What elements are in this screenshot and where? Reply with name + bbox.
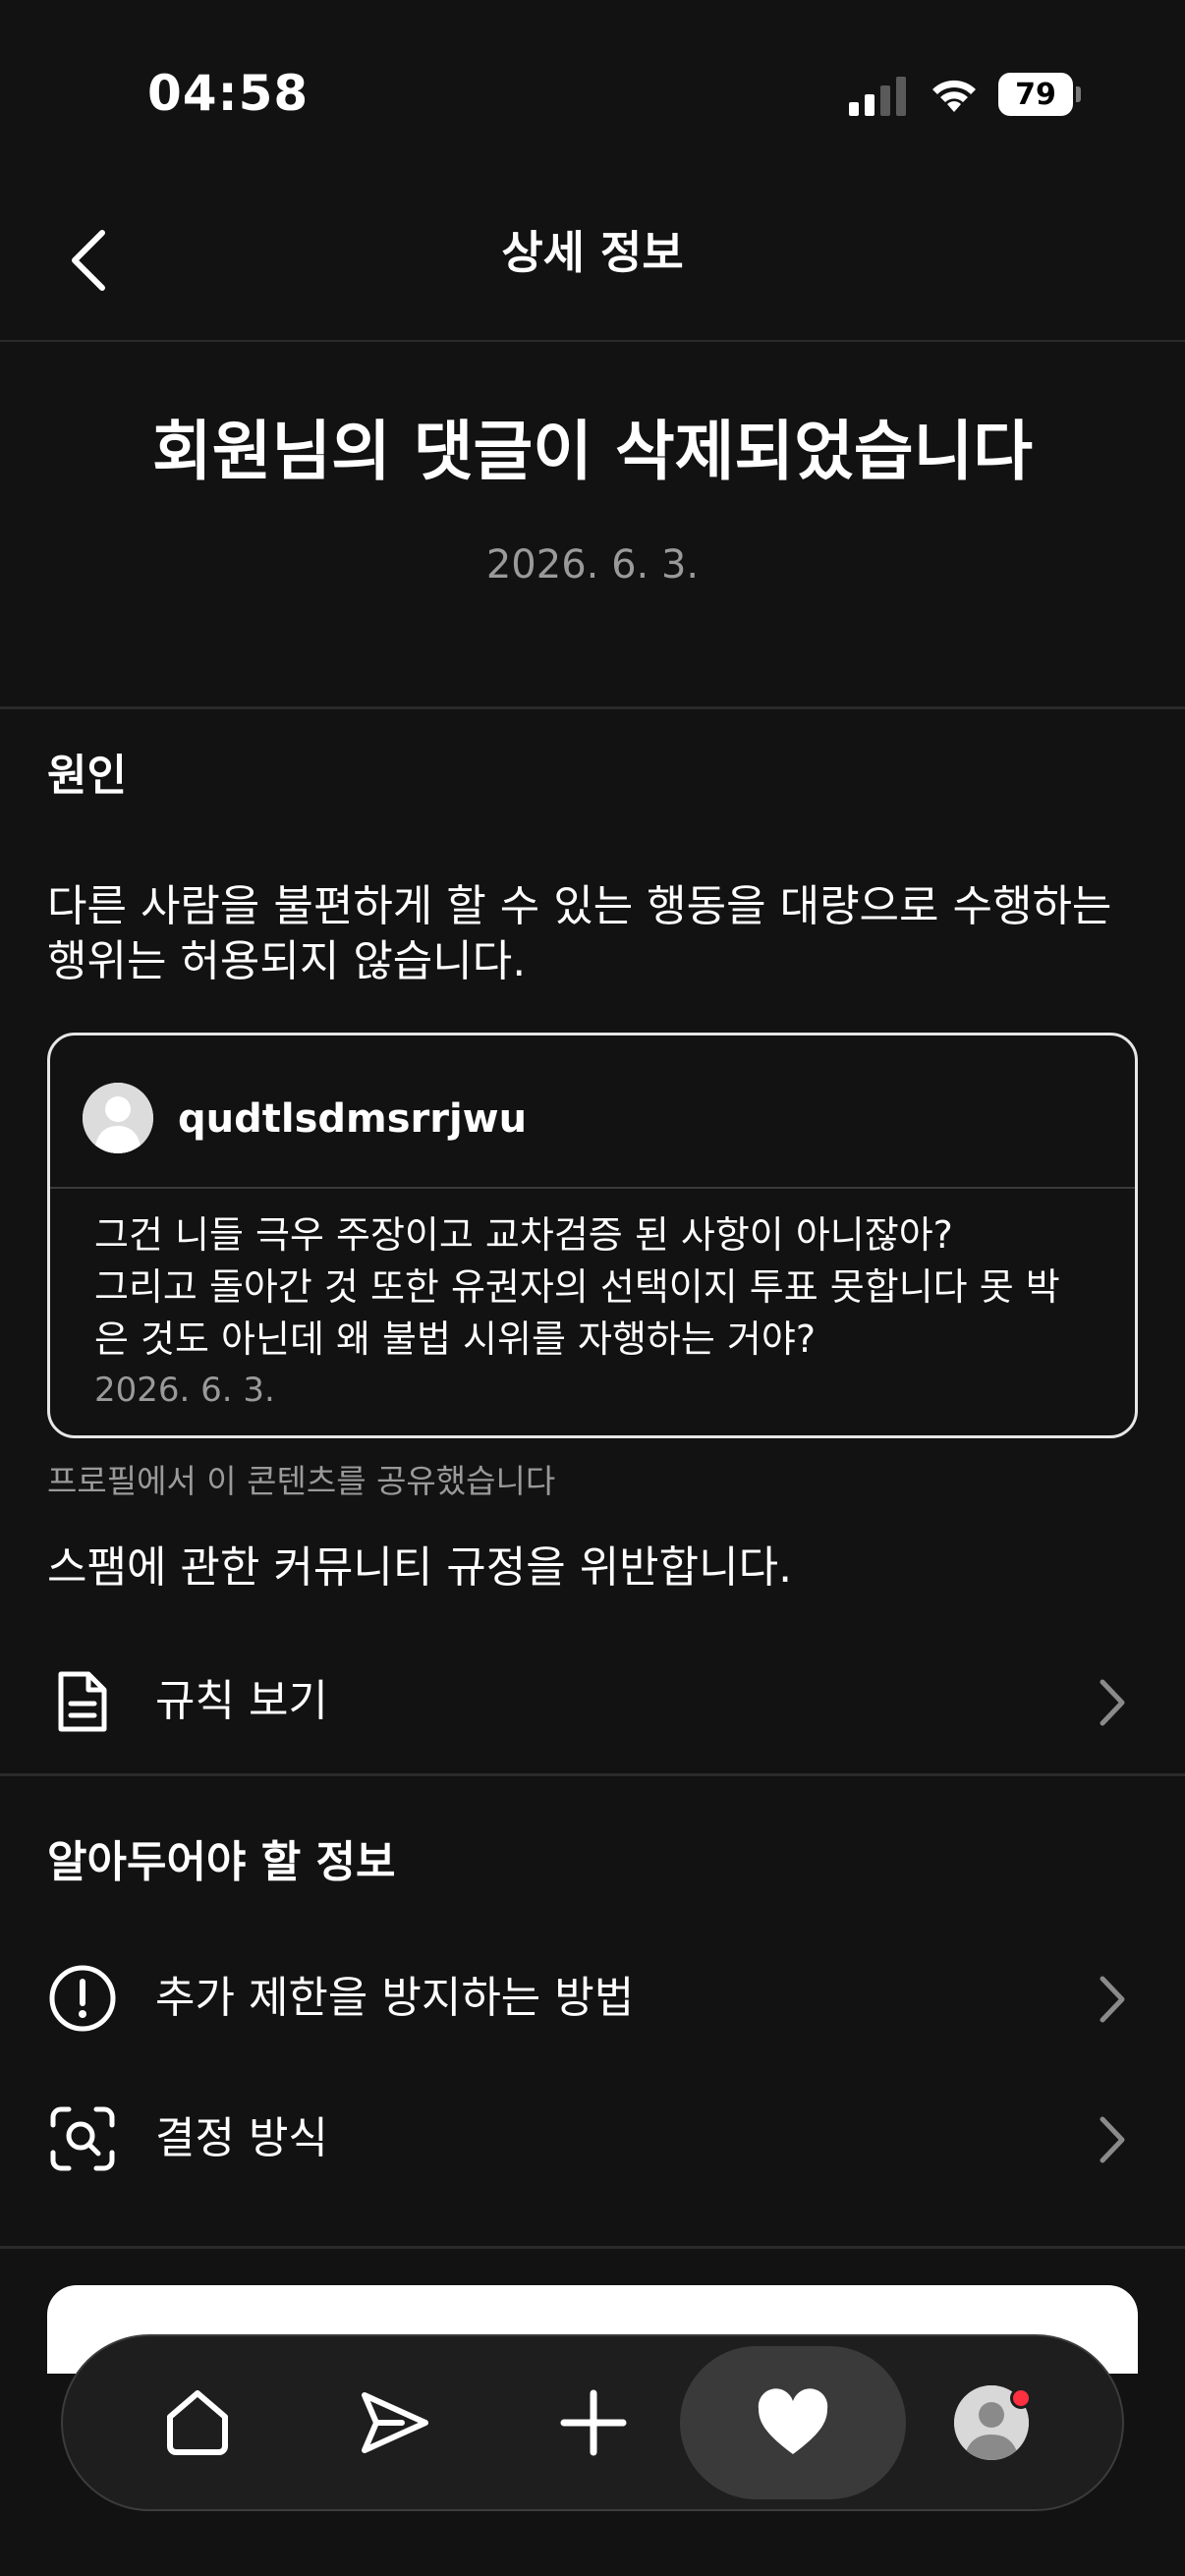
decision-process-label: 결정 방식: [155, 2113, 328, 2163]
default-avatar-icon: [83, 1083, 153, 1153]
home-icon: [167, 2390, 228, 2455]
notification-dot: [1010, 2387, 1032, 2409]
comment-username: qudtlsdmsrrjwu: [178, 1096, 528, 1142]
chevron-right-icon: [1100, 1679, 1125, 1726]
comment-date: 2026. 6. 3.: [94, 1371, 275, 1410]
tab-profile[interactable]: [878, 2346, 1104, 2499]
chevron-right-icon: [1100, 2116, 1125, 2163]
comment-header: qudtlsdmsrrjwu: [50, 1036, 1135, 1189]
exclamation-circle-icon: [49, 1965, 116, 2032]
divider: [0, 1773, 1185, 1776]
chevron-right-icon: [1100, 1976, 1125, 2023]
wifi-icon: [932, 80, 976, 112]
tab-activity[interactable]: [680, 2346, 906, 2499]
reason-text: 다른 사람을 불편하게 할 수 있는 행동을 대량으로 수행하는 행위는 허용되…: [47, 881, 1112, 986]
plus-icon: [560, 2389, 627, 2456]
removed-comment-card: qudtlsdmsrrjwu 그건 니들 극우 주장이고 교차검증 된 사항이 …: [47, 1033, 1138, 1438]
comment-line: 은 것도 아닌데 왜 불법 시위를 자행하는 거야?: [94, 1317, 817, 1361]
cellular-signal-icon: [849, 77, 906, 116]
scan-search-icon: [50, 2106, 115, 2171]
reason-section-title: 원인: [47, 751, 127, 801]
comment-line: 그건 니들 극우 주장이고 교차검증 된 사항이 아니잖아?: [94, 1213, 953, 1257]
comment-line: 그리고 돌아간 것 또한 유권자의 선택이지 투표 못합니다 못 박: [94, 1265, 1060, 1309]
status-time: 04:58: [147, 65, 310, 122]
info-section-title: 알아두어야 할 정보: [47, 1837, 396, 1887]
removal-date: 2026. 6. 3.: [485, 542, 700, 588]
tab-messages[interactable]: [281, 2346, 507, 2499]
removal-headline: 회원님의 댓글이 삭제되었습니다: [151, 414, 1034, 489]
battery-icon: 79: [998, 73, 1081, 116]
nav-header: 상세 정보: [0, 187, 1185, 342]
prevent-restrictions-row[interactable]: 추가 제한을 방지하는 방법: [0, 1939, 1185, 2057]
decision-process-row[interactable]: 결정 방식: [0, 2080, 1185, 2198]
view-rules-row[interactable]: 규칙 보기: [0, 1643, 1185, 1761]
tab-create[interactable]: [480, 2346, 706, 2499]
violation-text: 스팸에 관한 커뮤니티 규정을 위반합니다.: [47, 1542, 793, 1593]
heart-icon: [758, 2388, 828, 2454]
send-icon: [362, 2392, 428, 2453]
shared-note: 프로필에서 이 콘텐츠를 공유했습니다: [47, 1462, 556, 1500]
status-bar: 04:58 79: [0, 0, 1185, 187]
divider: [0, 2246, 1185, 2249]
view-rules-label: 규칙 보기: [155, 1676, 328, 1726]
avatar: [83, 1083, 153, 1153]
document-icon: [58, 1671, 107, 1732]
comment-body: 그건 니들 극우 주장이고 교차검증 된 사항이 아니잖아? 그리고 돌아간 것…: [94, 1209, 1106, 1366]
tab-home[interactable]: [85, 2346, 310, 2499]
battery-level: 79: [1015, 77, 1056, 112]
prevent-restrictions-label: 추가 제한을 방지하는 방법: [155, 1973, 635, 2023]
tab-bar: [61, 2334, 1124, 2511]
divider: [0, 706, 1185, 709]
page-title: 상세 정보: [501, 226, 684, 279]
